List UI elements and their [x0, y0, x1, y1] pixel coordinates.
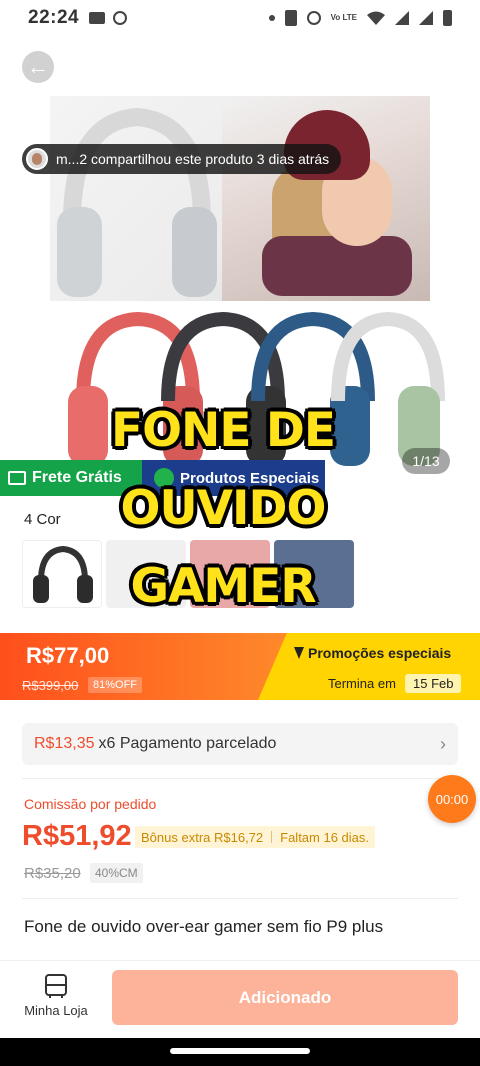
product-title: Fone de ouvido over-ear gamer sem fio P9…: [24, 917, 384, 936]
bottom-action-bar: Minha Loja Adicionado: [0, 960, 480, 1038]
store-icon: [45, 974, 67, 998]
volte-icon: Vo LTE: [330, 13, 357, 22]
caption-line: GAMER: [130, 559, 316, 614]
original-price: R$399,00: [22, 678, 79, 693]
back-button[interactable]: ←: [22, 51, 54, 83]
wifi-icon: [367, 11, 385, 25]
chevron-right-icon: ›: [440, 733, 446, 754]
arrow-left-icon: ←: [27, 54, 49, 79]
dot-icon: [268, 15, 275, 21]
divider: [22, 898, 458, 899]
my-store-label: Minha Loja: [24, 1003, 88, 1018]
commission-price: R$51,92: [22, 820, 132, 852]
installment-row[interactable]: R$13,35 x6 Pagamento parcelado ›: [22, 723, 458, 765]
share-notice: m...2 compartilhou este produto 3 dias a…: [22, 144, 342, 174]
price-banner: R$77,00 R$399,00 81%OFF Promoções especi…: [0, 633, 480, 700]
status-time: 22:24: [28, 7, 80, 28]
android-icon: [113, 11, 128, 25]
video-caption-overlay: FONE DE OUVIDO GAMER: [108, 392, 338, 626]
color-count-label: 4 Cor: [24, 511, 61, 528]
installment-amount: R$13,35: [34, 735, 95, 752]
avatar: [26, 148, 48, 170]
headphone-black-icon: [33, 545, 93, 603]
share-notice-text: m...2 compartilhou este produto 3 dias a…: [56, 151, 330, 167]
lightning-icon: [294, 647, 304, 659]
color-variant-black[interactable]: [22, 540, 102, 608]
commission-rate-badge: 40%CM: [90, 863, 143, 883]
caption-line: OUVIDO: [120, 481, 327, 536]
commission-old-price: R$35,20: [24, 865, 81, 882]
battery-icon: [443, 10, 452, 26]
bonus-badge: Bônus extra R$16,72 Faltam 16 dias.: [135, 826, 376, 848]
caption-line: FONE DE: [111, 403, 336, 458]
signal-icon: [395, 11, 409, 25]
current-price: R$77,00: [26, 643, 110, 668]
dnd-icon: [306, 11, 321, 25]
ticket-icon: [8, 471, 26, 485]
headphone-silver-large: [57, 107, 217, 297]
video-icon: [89, 12, 106, 24]
bonus-text: Bônus extra R$16,72: [141, 829, 264, 845]
divider: [271, 831, 273, 843]
promo-title: Promoções especiais: [294, 645, 451, 661]
promo-title-text: Promoções especiais: [308, 645, 452, 661]
added-button[interactable]: Adicionado: [112, 970, 458, 1025]
installment-text: x6 Pagamento parcelado: [98, 735, 277, 752]
status-bar: 22:24 Vo LTE: [0, 0, 480, 36]
home-indicator[interactable]: [170, 1048, 310, 1054]
bonus-remaining: Faltam 16 dias.: [280, 829, 370, 845]
promo-ends-label: Termina em: [328, 676, 396, 691]
timer-bubble[interactable]: 00:00: [428, 775, 476, 823]
vibrate-icon: [284, 10, 297, 26]
discount-badge: 81%OFF: [88, 677, 143, 693]
my-store-button[interactable]: Minha Loja: [18, 973, 94, 1018]
image-counter: 1/13: [402, 448, 450, 474]
signal-icon: [419, 11, 433, 25]
model-scarf: [262, 236, 412, 296]
commission-label: Comissão por pedido: [24, 796, 157, 812]
promo-end-date: 15 Feb: [405, 674, 462, 693]
divider: [22, 778, 458, 779]
